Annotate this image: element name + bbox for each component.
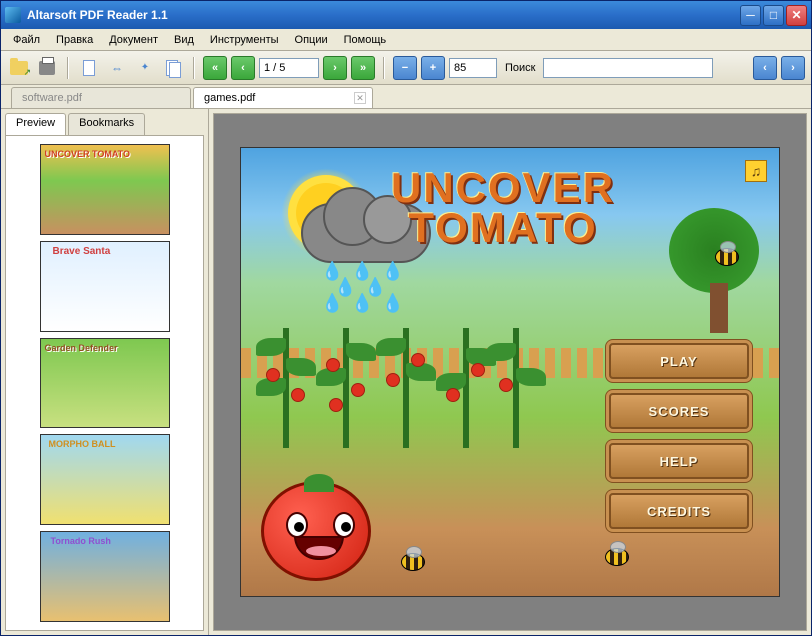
continuous-button[interactable] <box>161 56 185 80</box>
game-title: UNCOVER TOMATO <box>391 168 615 248</box>
doc-tab-label: games.pdf <box>204 92 255 104</box>
scores-button: SCORES <box>609 393 749 429</box>
help-button: HELP <box>609 443 749 479</box>
menu-help[interactable]: Помощь <box>336 32 395 48</box>
fit-page-button[interactable]: ✦ <box>133 56 157 80</box>
menu-file[interactable]: Файл <box>5 32 48 48</box>
thumbnail-page-2[interactable] <box>40 241 170 332</box>
zoom-in-button[interactable]: + <box>421 56 445 80</box>
doc-tab-label: software.pdf <box>22 92 82 104</box>
zoom-out-button[interactable]: − <box>393 56 417 80</box>
page-input[interactable] <box>259 58 319 78</box>
search-next-button[interactable]: › <box>781 56 805 80</box>
window-title: Altarsoft PDF Reader 1.1 <box>27 8 740 22</box>
thumbnail-page-4[interactable] <box>40 434 170 525</box>
content-area: Preview Bookmarks 💧💧💧 💧💧💧💧💧 UNCOVER <box>1 109 811 635</box>
zoom-input[interactable] <box>449 58 497 78</box>
title-line-1: UNCOVER <box>391 168 615 208</box>
thumbnail-page-5[interactable] <box>40 531 170 622</box>
menu-view[interactable]: Вид <box>166 32 202 48</box>
plants-graphic <box>261 328 541 508</box>
print-button[interactable] <box>35 56 59 80</box>
search-prev-button[interactable]: ‹ <box>753 56 777 80</box>
separator <box>67 57 69 79</box>
sidebar-tab-bookmarks[interactable]: Bookmarks <box>68 113 145 135</box>
first-page-button[interactable]: « <box>203 56 227 80</box>
page-content: 💧💧💧 💧💧💧💧💧 UNCOVER TOMATO ♫ <box>240 147 780 597</box>
credits-button: CREDITS <box>609 493 749 529</box>
prev-page-button[interactable]: ‹ <box>231 56 255 80</box>
search-label: Поиск <box>505 62 535 74</box>
titlebar: Altarsoft PDF Reader 1.1 ─ □ ✕ <box>1 1 811 29</box>
open-button[interactable]: ↗ <box>7 56 31 80</box>
search-input[interactable] <box>543 58 713 78</box>
menu-document[interactable]: Документ <box>101 32 166 48</box>
close-button[interactable]: ✕ <box>786 5 807 26</box>
maximize-button[interactable]: □ <box>763 5 784 26</box>
rain-graphic: 💧💧💧 💧💧💧💧💧 <box>321 263 412 311</box>
close-tab-icon[interactable]: ✕ <box>354 92 366 104</box>
menu-options[interactable]: Опции <box>287 32 336 48</box>
sidebar-tab-preview[interactable]: Preview <box>5 113 66 135</box>
menu-edit[interactable]: Правка <box>48 32 101 48</box>
doc-tab-software[interactable]: software.pdf <box>11 87 191 108</box>
document-tabs: software.pdf games.pdf ✕ <box>1 85 811 109</box>
bee-graphic <box>715 248 739 266</box>
thumbnail-page-3[interactable] <box>40 338 170 429</box>
tree-graphic <box>669 208 769 328</box>
fit-width-button[interactable]: ⇔ <box>105 56 129 80</box>
title-line-2: TOMATO <box>391 208 615 248</box>
doc-tab-games[interactable]: games.pdf ✕ <box>193 87 373 108</box>
last-page-button[interactable]: » <box>351 56 375 80</box>
music-icon: ♫ <box>745 160 767 182</box>
thumbnails-panel[interactable] <box>5 135 204 631</box>
game-menu: PLAY SCORES HELP CREDITS <box>609 343 749 529</box>
app-icon <box>5 7 21 23</box>
tomato-character <box>261 481 371 581</box>
play-button: PLAY <box>609 343 749 379</box>
toolbar: ↗ ⇔ ✦ « ‹ › » − + Поиск ‹ › <box>1 51 811 85</box>
separator <box>193 57 195 79</box>
thumbnail-page-1[interactable] <box>40 144 170 235</box>
separator <box>383 57 385 79</box>
menubar: Файл Правка Документ Вид Инструменты Опц… <box>1 29 811 51</box>
single-page-button[interactable] <box>77 56 101 80</box>
bee-graphic <box>605 548 629 566</box>
document-view[interactable]: 💧💧💧 💧💧💧💧💧 UNCOVER TOMATO ♫ <box>213 113 807 631</box>
bee-graphic <box>401 553 425 571</box>
sidebar: Preview Bookmarks <box>1 109 209 635</box>
menu-tools[interactable]: Инструменты <box>202 32 287 48</box>
next-page-button[interactable]: › <box>323 56 347 80</box>
minimize-button[interactable]: ─ <box>740 5 761 26</box>
